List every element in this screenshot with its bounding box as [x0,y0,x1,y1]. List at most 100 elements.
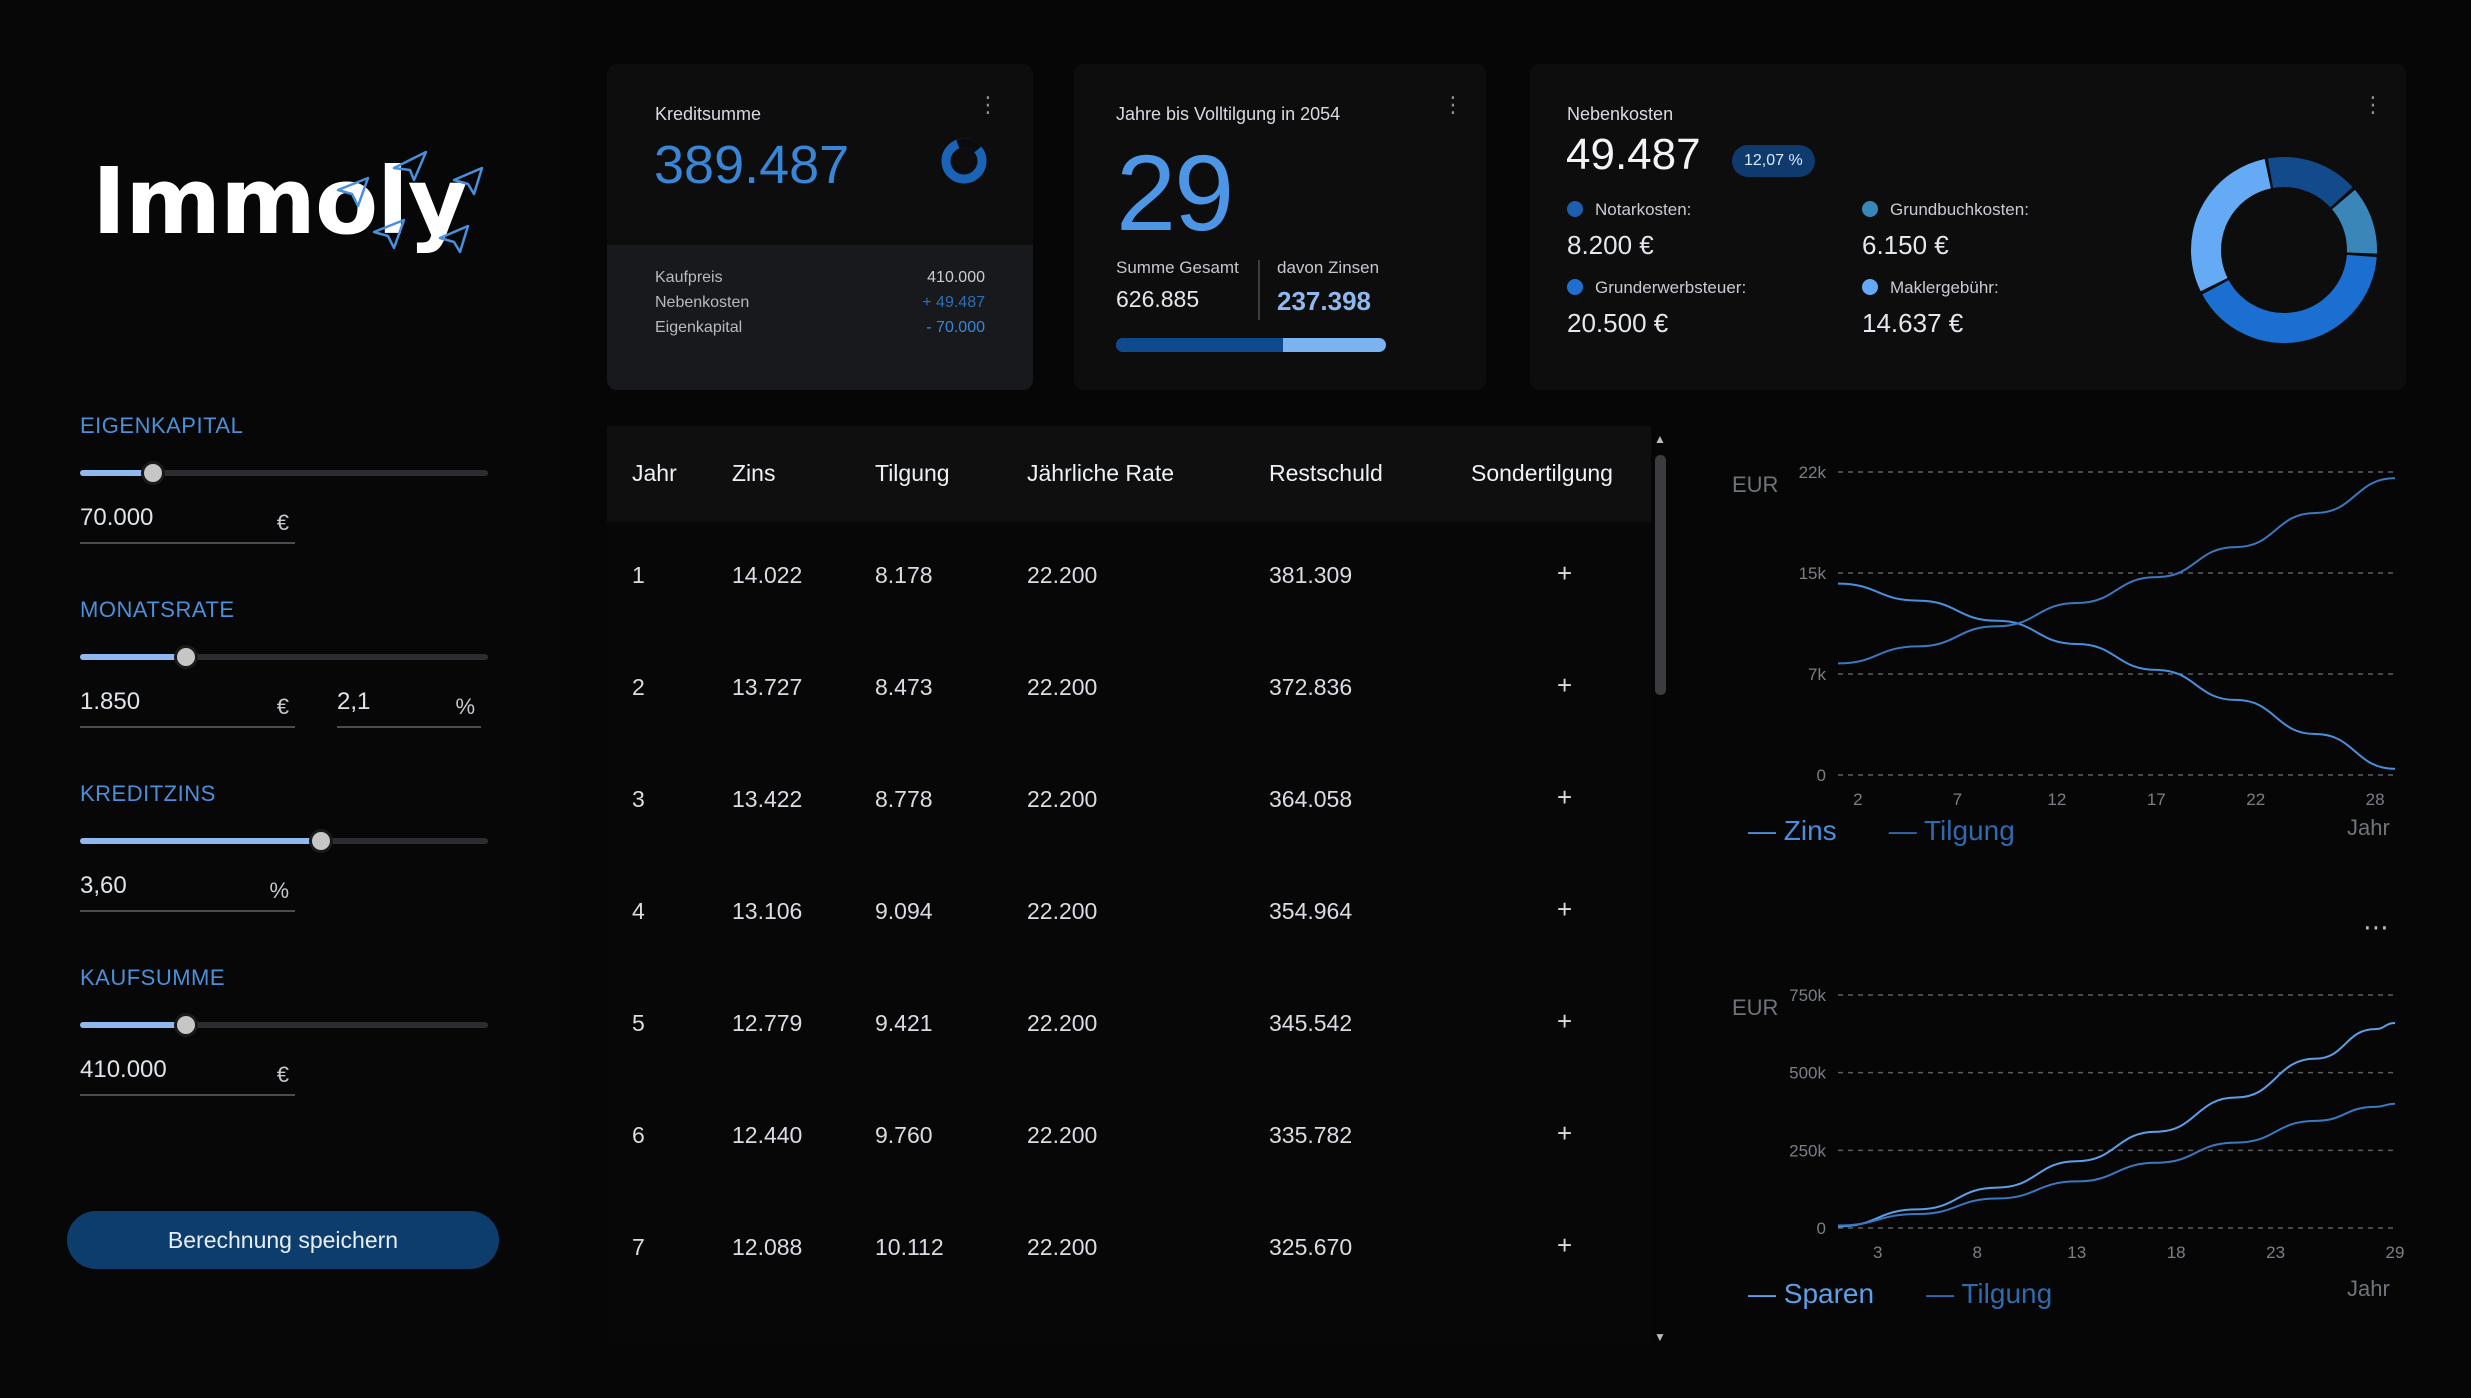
legend-tilgung-text: Tilgung [1961,1278,2053,1309]
paper-plane-icon [438,224,470,254]
paper-plane-icon [452,166,484,196]
zins-tilgung-chart: EUR 0 7k 15k 22k 2 7 12 17 22 28 [1732,463,2396,809]
nebenkosten-value: 49.487 [1566,130,1701,179]
slider-thumb[interactable] [174,1013,199,1037]
x-tick-label: 2 [1853,790,1862,809]
cell-jahr: 7 [632,1234,645,1260]
y-tick-label: 750k [1789,986,1826,1005]
slider-thumb[interactable] [141,461,166,485]
cell-restschuld: 325.670 [1269,1234,1353,1260]
paper-plane-icon [336,176,370,208]
cell-jahr: 2 [632,674,645,700]
legend-dot [1567,201,1583,217]
slider-thumb[interactable] [308,829,333,853]
more-menu-icon[interactable]: ⋮ [1442,94,1465,116]
paper-plane-icon [392,150,428,182]
save-calculation-button[interactable]: Berechnung speichern [67,1211,499,1269]
more-menu-icon[interactable]: ⋮ [977,94,1000,116]
table-row: 2 13.727 8.473 22.200 372.836 + [607,634,1651,746]
maklergebuehr-label: Maklergebühr: [1862,278,1999,298]
add-sondertilgung-button[interactable]: + [1557,782,1572,813]
nebenkosten-card: Nebenkosten ⋮ 49.487 12,07 % Notarkosten… [1530,64,2406,390]
x-tick-label: 22 [2246,790,2265,809]
summe-gesamt-value: 626.885 [1116,286,1200,312]
series-line-tilgung [1837,477,2396,665]
legend-dot [1862,201,1878,217]
y-tick-label: 0 [1817,766,1826,785]
sparen-tilgung-chart: EUR 0 250k 500k 750k 3 8 13 18 23 29 [1732,986,2404,1262]
add-sondertilgung-button[interactable]: + [1557,894,1572,925]
cell-jahr: 4 [632,898,645,924]
paper-plane-icon [372,218,406,250]
add-sondertilgung-button[interactable]: + [1557,558,1572,589]
kaufpreis-value: 410.000 [927,269,985,286]
y-tick-label: 500k [1789,1064,1826,1083]
add-sondertilgung-button[interactable]: + [1557,1230,1572,1261]
table-row: 7 12.088 10.112 22.200 325.670 + [607,1194,1651,1306]
eigenkapital-label: EIGENKAPITAL [80,413,244,438]
eigenkapital-slider[interactable] [80,461,488,485]
grundbuchkosten-label-text: Grundbuchkosten: [1890,200,2029,219]
cell-zins: 12.440 [732,1122,803,1148]
nebenkosten-value: + 49.487 [922,294,985,311]
eigenkapital-field[interactable]: 70.000 € [80,500,295,544]
add-sondertilgung-button[interactable]: + [1557,1118,1572,1149]
table-row: 5 12.779 9.421 22.200 345.542 + [607,970,1651,1082]
x-tick-label: 18 [2167,1243,2186,1262]
x-tick-label: 13 [2067,1243,2086,1262]
monatsrate-field[interactable]: 1.850 € [80,684,295,728]
kaufsumme-slider[interactable] [80,1013,488,1037]
tilgung-progress-bar [1116,338,1386,352]
col-sondertilgung: Sondertilgung [1471,460,1613,486]
col-jaehrliche-rate: Jährliche Rate [1027,460,1175,486]
y-tick-label: 15k [1799,564,1827,583]
legend-tilgung: — Tilgung [1926,1278,2053,1309]
y-axis-unit: EUR [1732,472,1778,497]
kreditzins-slider[interactable] [80,829,488,853]
cell-tilgung: 8.778 [875,786,933,812]
slider-fill [80,654,187,660]
grundbuchkosten-value: 6.150 € [1862,230,1949,260]
cell-restschuld: 354.964 [1269,898,1353,924]
table-row: 6 12.440 9.760 22.200 335.782 + [607,1082,1651,1194]
cell-zins: 13.106 [732,898,803,924]
kaufsumme-field[interactable]: 410.000 € [80,1052,295,1096]
grunderwerbsteuer-value: 20.500 € [1567,308,1669,338]
kreditzins-field[interactable]: 3,60 % [80,868,295,912]
nebenkosten-label: Nebenkosten [655,294,750,311]
tilgung-percent-field[interactable]: 2,1 % [337,684,481,728]
more-menu-icon[interactable]: ⋮ [2362,94,2385,116]
cell-rate: 22.200 [1027,786,1098,812]
monatsrate-label: MONATSRATE [80,597,235,622]
x-tick-label: 28 [2366,790,2385,809]
eigenkapital-value: 70.000 [80,504,154,531]
table-header: Jahr Zins Tilgung Jährliche Rate Restsch… [607,426,1651,522]
monatsrate-value: 1.850 [80,688,141,715]
scroll-up-icon[interactable]: ▲ [1654,432,1666,446]
series-line-tilgung [1837,1102,2396,1227]
eigenkapital-row-label: Eigenkapital [655,319,743,336]
grundbuchkosten-label: Grundbuchkosten: [1862,200,2029,220]
cell-tilgung: 8.473 [875,674,933,700]
y-tick-label: 7k [1808,665,1826,684]
add-sondertilgung-button[interactable]: + [1557,1006,1572,1037]
nebenkosten-title: Nebenkosten [1567,104,1674,124]
x-tick-label: 12 [2047,790,2066,809]
progress-fill [1116,338,1284,352]
divider [1258,260,1260,320]
y-axis-unit: EUR [1732,995,1778,1020]
slider-thumb[interactable] [174,645,199,669]
kreditzins-label: KREDITZINS [80,781,216,806]
monatsrate-slider[interactable] [80,645,488,669]
more-menu-icon[interactable]: ⋯ [2363,914,2390,940]
table-scrollbar[interactable] [1655,455,1666,695]
table-row: 1 14.022 8.178 22.200 381.309 + [607,522,1651,634]
slider-fill [80,838,321,844]
add-sondertilgung-button[interactable]: + [1557,670,1572,701]
cell-jahr: 6 [632,1122,645,1148]
y-tick-label: 0 [1817,1219,1826,1238]
scroll-down-icon[interactable]: ▼ [1654,1330,1666,1344]
tilgung-percent-value: 2,1 [337,688,371,715]
cell-restschuld: 364.058 [1269,786,1353,812]
x-tick-label: 7 [1953,790,1962,809]
